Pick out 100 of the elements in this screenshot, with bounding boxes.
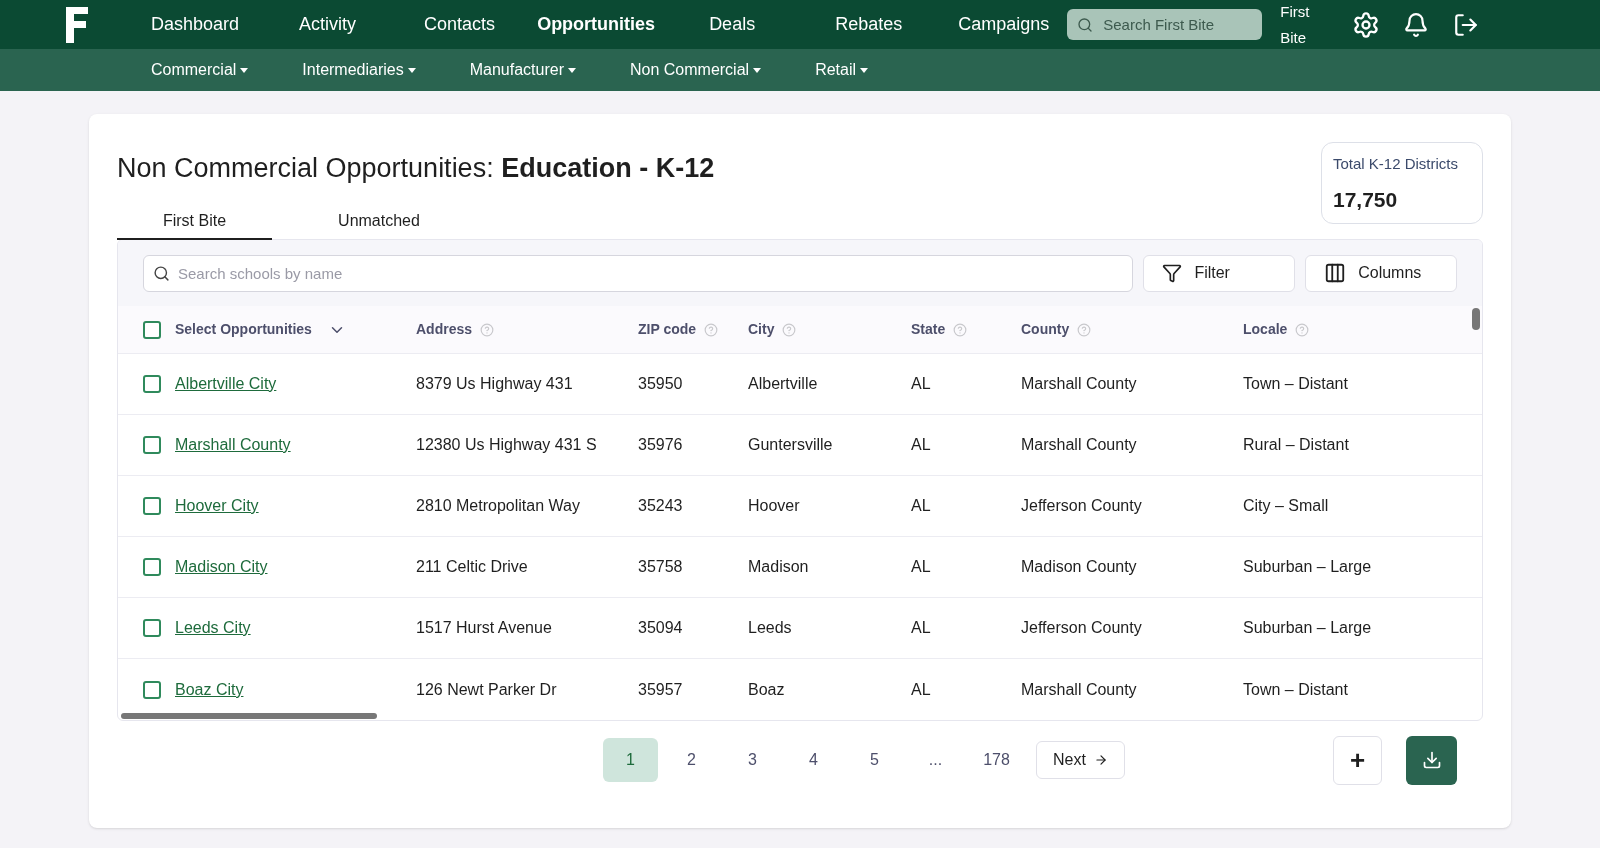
subnav-dropdown[interactable]: Non Commercial [630, 58, 762, 82]
table-cell: 35957 [638, 680, 683, 698]
row-checkbox[interactable] [143, 680, 161, 699]
table-cell: AL [911, 436, 931, 453]
column-header: ZIP code [638, 320, 697, 339]
column-header: State [911, 320, 946, 339]
table-cell: Madison [748, 558, 809, 575]
table-cell: Hoover [748, 497, 800, 514]
school-link[interactable]: Marshall County [175, 433, 291, 457]
nav-link[interactable]: Deals [709, 11, 756, 38]
table-cell: Marshall County [1021, 436, 1137, 453]
table-cell: Suburban – Large [1243, 619, 1372, 636]
table-cell: Rural – Distant [1243, 436, 1349, 453]
settings-icon[interactable] [1352, 10, 1381, 39]
account-name[interactable]: First Bite [1280, 0, 1321, 51]
table-cell: 1517 Hurst Avenue [416, 619, 552, 636]
table-cell: 12380 Us Highway 431 S [416, 436, 597, 453]
download-icon [1421, 750, 1442, 770]
page-button[interactable]: 5 [847, 738, 902, 782]
column-header: City [748, 320, 775, 339]
table-cell: Marshall County [1021, 375, 1137, 392]
nav-link[interactable]: Dashboard [151, 11, 240, 38]
table-cell: 35950 [638, 375, 683, 392]
filter-button[interactable]: Filter [1143, 254, 1296, 292]
nav-link[interactable]: Opportunities [537, 11, 656, 38]
column-header: Address [416, 320, 473, 339]
table-cell: 35976 [638, 436, 683, 453]
school-link[interactable]: Leeds City [175, 616, 251, 640]
logo-icon[interactable] [66, 6, 88, 43]
nav-link[interactable]: Activity [299, 11, 357, 38]
table-cell: 35094 [638, 619, 683, 636]
column-header: County [1021, 320, 1070, 339]
table-cell: AL [911, 497, 931, 514]
stat-label: Total K-12 Districts [1333, 154, 1460, 174]
subnav-dropdown[interactable]: Commercial [151, 58, 249, 82]
school-link[interactable]: Albertville City [175, 372, 277, 396]
caret-icon [860, 67, 869, 73]
row-checkbox[interactable] [143, 619, 161, 637]
school-link[interactable]: Hoover City [175, 494, 259, 518]
row-checkbox[interactable] [143, 436, 161, 454]
school-search-field[interactable]: Search schools by name [143, 254, 1134, 292]
school-link[interactable]: Boaz City [175, 677, 244, 702]
add-button[interactable]: + [1333, 735, 1382, 785]
table-cell: 2810 Metropolitan Way [416, 497, 580, 514]
table-cell: 126 Newt Parker Dr [416, 680, 557, 698]
table-cell: Albertville [748, 375, 818, 392]
next-button[interactable]: Next [1036, 741, 1125, 779]
table-cell: 211 Celtic Drive [416, 558, 528, 575]
table-cell: Jefferson County [1021, 497, 1142, 514]
row-checkbox[interactable] [143, 558, 161, 576]
table-cell: Leeds [748, 619, 792, 636]
page-title: Non Commercial Opportunities: Education - K-12 [117, 152, 715, 184]
table-cell: Boaz [748, 680, 785, 698]
tab[interactable]: Unmatched [272, 204, 486, 240]
table-cell: Suburban – Large [1243, 558, 1372, 575]
table-cell: AL [911, 680, 931, 698]
table-cell: 8379 Us Highway 431 [416, 375, 573, 392]
caret-icon [568, 67, 576, 73]
subnav-dropdown[interactable]: Retail [815, 58, 869, 82]
arrow-right-icon [1093, 753, 1108, 767]
page-button[interactable]: 1 [603, 738, 658, 782]
page-button[interactable]: ... [908, 738, 963, 782]
page-button[interactable]: 4 [786, 738, 841, 782]
table-cell: Jefferson County [1021, 619, 1142, 636]
table-cell: Guntersville [748, 436, 833, 453]
table-cell: Marshall County [1021, 680, 1137, 698]
table-cell: 35243 [638, 497, 683, 514]
column-header: Locale [1243, 320, 1288, 339]
caret-icon [753, 67, 762, 73]
table-cell: Madison County [1021, 558, 1137, 575]
nav-link[interactable]: Campaigns [958, 11, 1050, 38]
table-cell: City – Small [1243, 497, 1329, 514]
table-cell: AL [911, 619, 931, 636]
subnav-dropdown[interactable]: Manufacturer [469, 58, 576, 82]
page-button[interactable]: 2 [664, 738, 719, 782]
page-button[interactable]: 178 [969, 738, 1024, 782]
columns-button[interactable]: Columns [1305, 254, 1457, 292]
row-checkbox[interactable] [143, 497, 161, 515]
notification-icon[interactable] [1403, 11, 1430, 38]
table-cell: 35758 [638, 558, 683, 575]
logout-icon[interactable] [1453, 11, 1480, 38]
table-cell: Town – Distant [1243, 375, 1348, 392]
table-cell: Town – Distant [1243, 680, 1348, 698]
subnav-dropdown[interactable]: Intermediaries [302, 58, 416, 82]
table-cell: AL [911, 558, 931, 575]
select-all-checkbox[interactable] [143, 320, 161, 339]
caret-icon [240, 67, 249, 73]
nav-link[interactable]: Contacts [424, 11, 496, 38]
nav-link[interactable]: Rebates [835, 11, 903, 38]
columns-icon [1324, 262, 1347, 284]
page-button[interactable]: 3 [725, 738, 780, 782]
filter-icon [1162, 263, 1183, 283]
row-checkbox[interactable] [143, 375, 161, 393]
scrollbar-thumb [1472, 308, 1480, 330]
column-header: Select Opportunities [175, 320, 312, 339]
school-link[interactable]: Madison City [175, 555, 268, 579]
download-button[interactable] [1406, 735, 1457, 785]
table-cell: AL [911, 375, 931, 392]
caret-icon [407, 67, 416, 73]
search-field[interactable]: Search First Bite [1067, 9, 1263, 40]
